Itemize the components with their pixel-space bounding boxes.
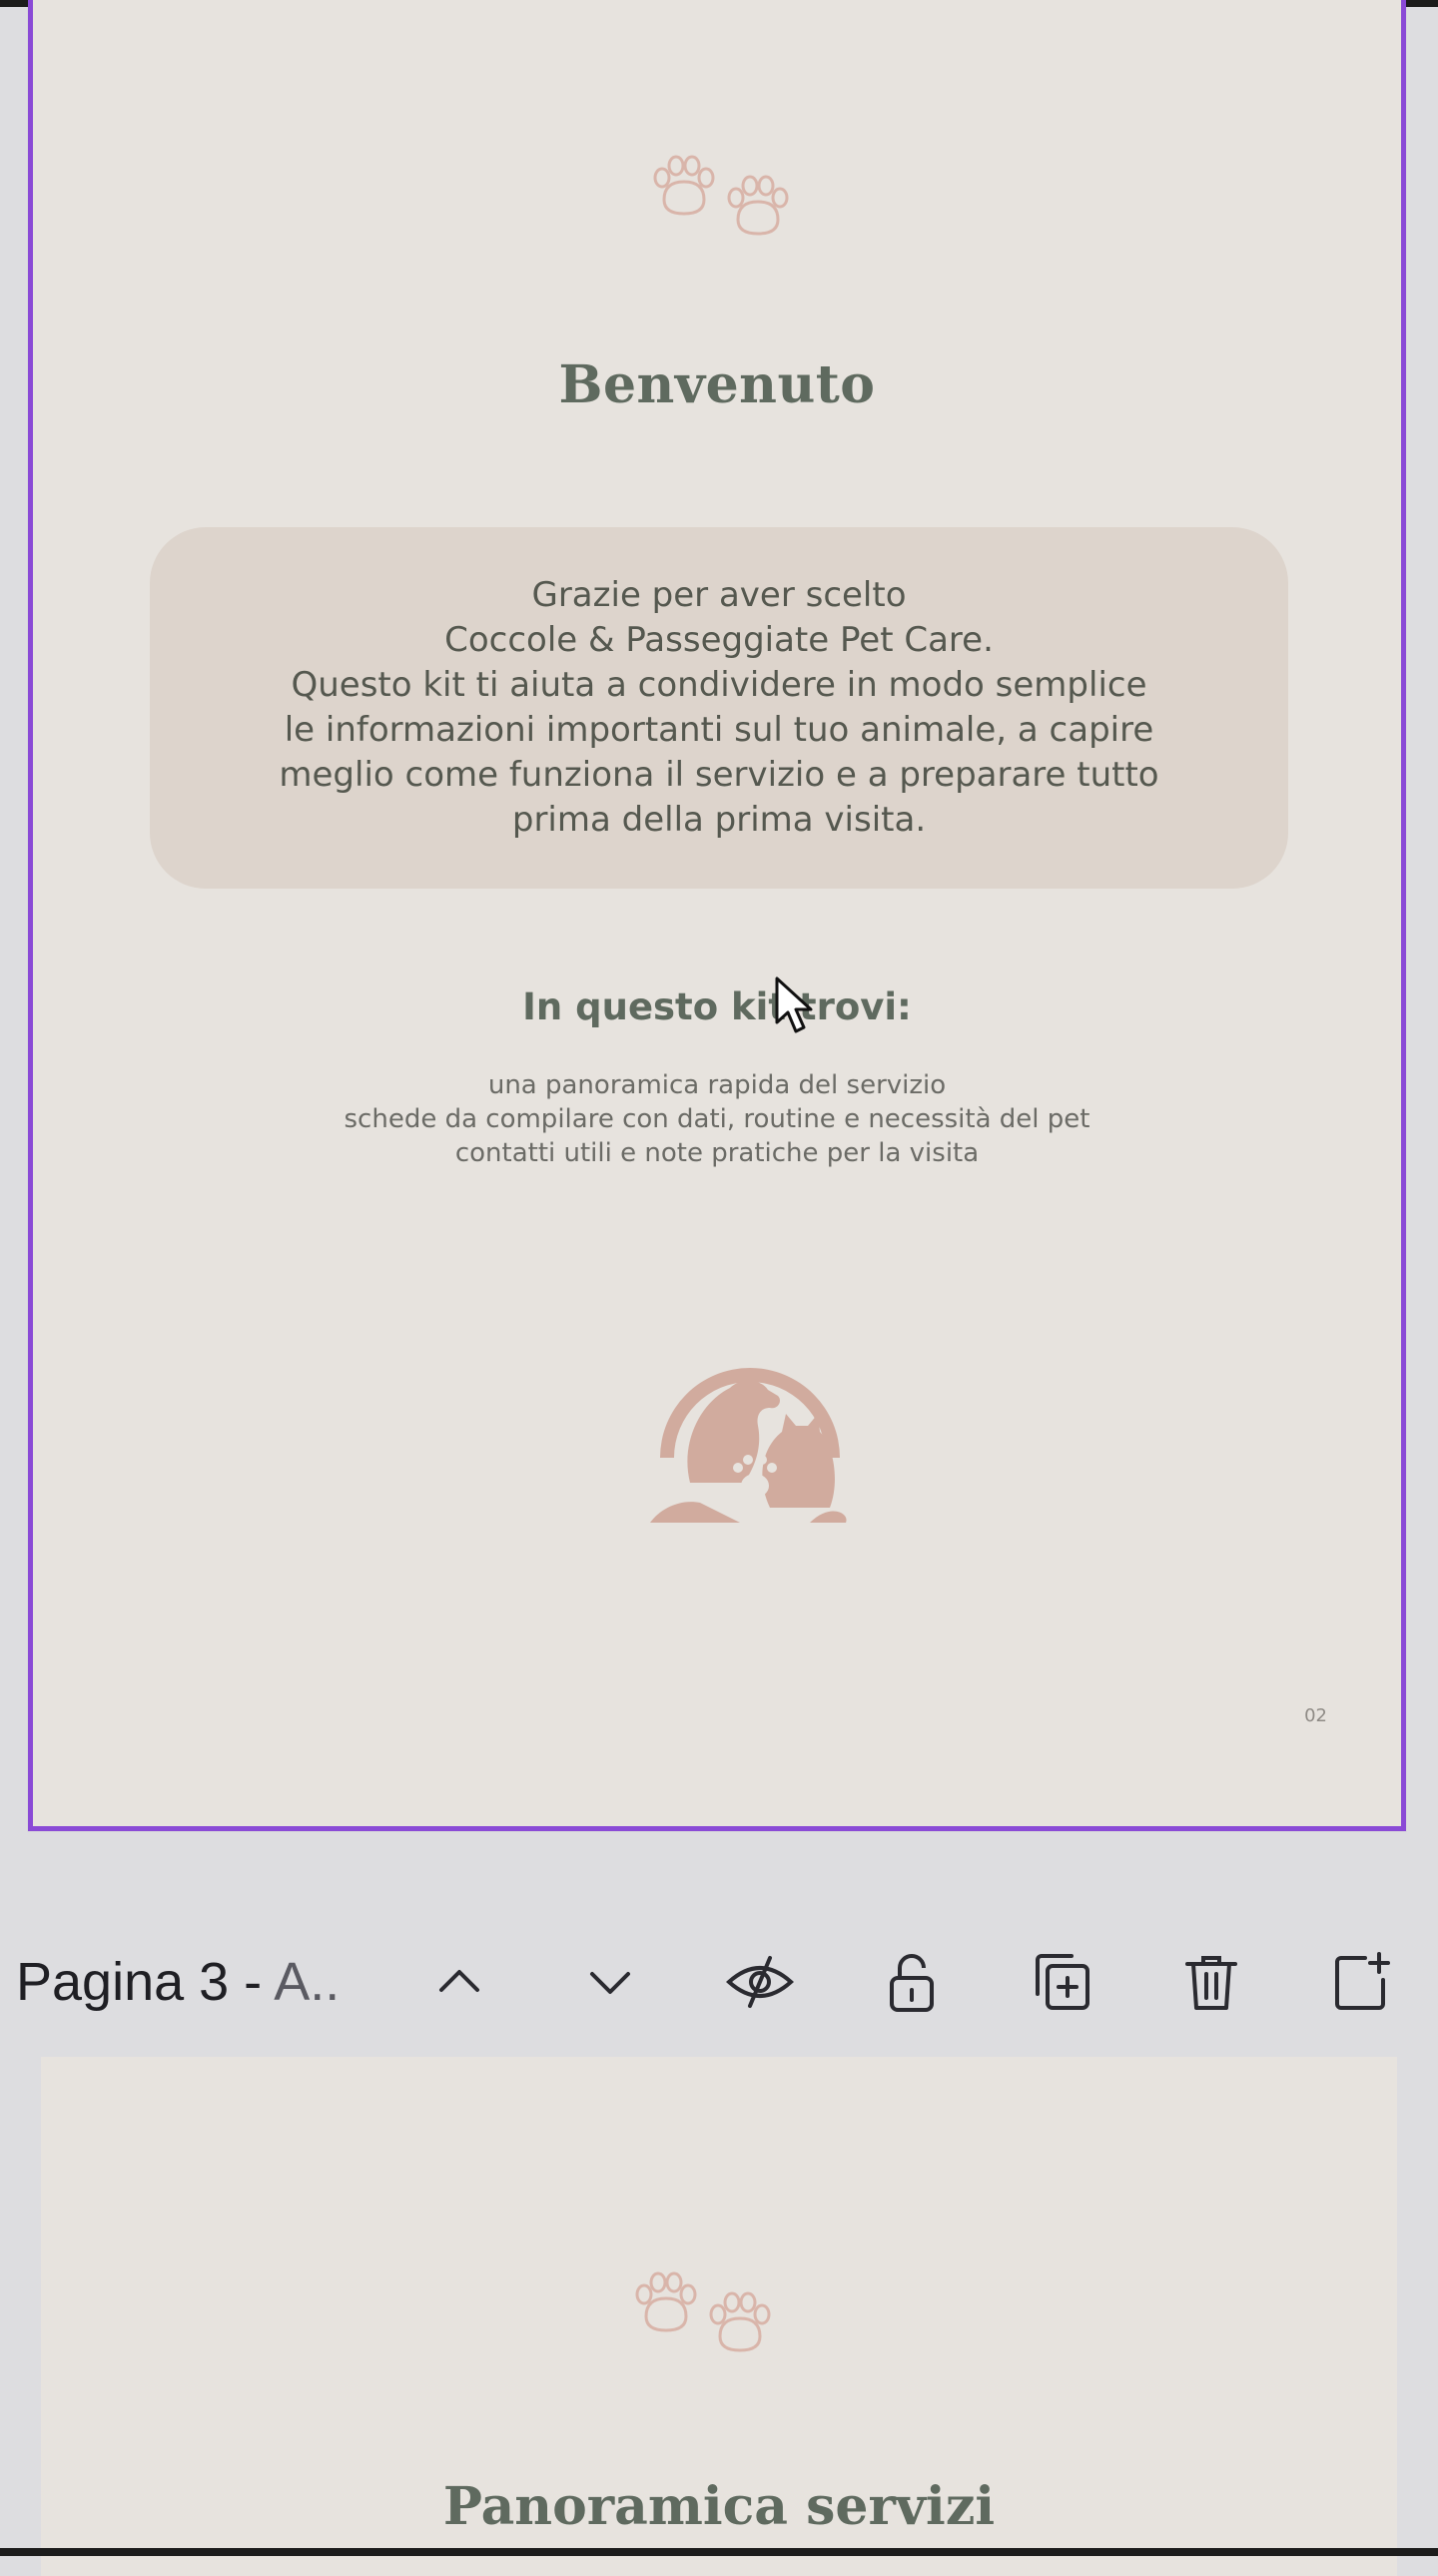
kit-contents-heading[interactable]: In questo kit trovi: [33,985,1401,1028]
intro-line: Grazie per aver scelto [531,575,907,615]
pet-care-logo-icon [650,1368,847,1523]
intro-line: meglio come funziona il servizio e a pre… [279,755,1159,795]
duplicate-page-icon [1036,1954,1089,2010]
move-page-up-button[interactable] [424,1947,494,2017]
paw-prints-icon [653,155,789,236]
page-label-main: Pagina 3 - [16,1952,275,2012]
mouse-cursor-icon [775,976,813,1033]
move-page-down-button[interactable] [575,1947,645,2017]
kit-item: contatti utili e note pratiche per la vi… [454,1138,980,1168]
design-page-2-selected[interactable]: Benvenuto Grazie per aver scelto Coccole… [28,0,1406,1831]
chevron-up-icon [439,1970,479,1992]
intro-text-box[interactable]: Grazie per aver scelto Coccole & Passegg… [150,527,1288,889]
unlock-icon [890,1954,934,2012]
duplicate-page-button[interactable] [1027,1947,1096,2017]
kit-item: schede da compilare con dati, routine e … [344,1104,1090,1134]
paw-prints-icon [635,2271,771,2352]
welcome-title[interactable]: Benvenuto [33,354,1401,415]
page-toolbar: Pagina 3 - A.. [0,1937,1438,2027]
chevron-down-icon [590,1972,630,1994]
page-title-label[interactable]: Pagina 3 - A.. [16,1951,340,2013]
hide-page-button[interactable] [725,1947,795,2017]
delete-page-button[interactable] [1176,1947,1246,2017]
page3-title[interactable]: Panoramica servizi [41,2476,1397,2537]
add-page-icon [1335,1952,1390,2010]
intro-line: prima della prima visita. [511,800,927,840]
page-number: 02 [1304,1705,1327,1726]
add-page-button[interactable] [1326,1947,1396,2017]
design-page-3[interactable]: Panoramica servizi [41,2057,1397,2576]
kit-item: una panoramica rapida del servizio [487,1070,947,1100]
window-bottom-bar [0,2548,1438,2556]
kit-contents-list[interactable]: una panoramica rapida del servizio sched… [33,1068,1401,1170]
intro-line: le informazioni importanti sul tuo anima… [284,710,1154,750]
intro-line: Questo kit ti aiuta a condividere in mod… [291,665,1147,705]
intro-line: Coccole & Passeggiate Pet Care. [444,620,994,660]
eye-slash-icon [726,1956,794,2008]
lock-page-button[interactable] [877,1947,947,2017]
page-label-title: A.. [274,1952,341,2012]
trash-icon [1185,1956,1237,2010]
